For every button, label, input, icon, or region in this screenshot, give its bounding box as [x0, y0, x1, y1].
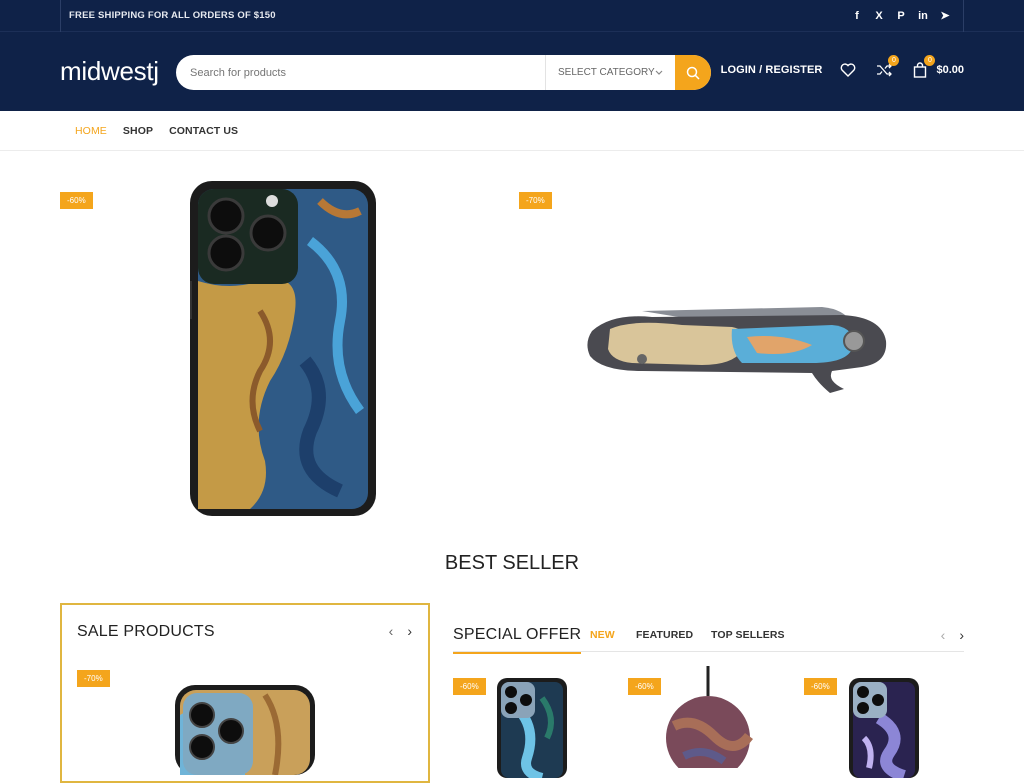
top-bar: FREE SHIPPING FOR ALL ORDERS OF $150 f X… — [0, 0, 1024, 32]
discount-badge: -60% — [628, 678, 661, 695]
cart-total[interactable]: $0.00 — [936, 64, 964, 76]
compare-button[interactable]: 0 — [874, 55, 900, 80]
cart-count-badge: 0 — [924, 55, 936, 66]
login-register-link[interactable]: LOGIN / REGISTER — [721, 64, 823, 76]
main-navigation: HOME SHOP CONTACT US — [0, 111, 1024, 151]
linkedin-icon[interactable]: in — [917, 10, 929, 22]
featured-products: -60% -70% — [0, 151, 1024, 516]
phone-case-image[interactable] — [497, 678, 569, 778]
cart-button[interactable]: 0 — [910, 55, 936, 80]
carousel-controls: ‹ › — [941, 627, 964, 643]
folding-knife-image[interactable] — [582, 301, 892, 401]
pinterest-icon[interactable]: P — [895, 10, 907, 22]
header-actions: LOGIN / REGISTER 0 0 $0.00 — [721, 55, 964, 80]
chevron-right-icon[interactable]: › — [959, 627, 964, 643]
discount-badge: -60% — [453, 678, 486, 695]
chevron-left-icon[interactable]: ‹ — [941, 627, 946, 643]
telegram-icon[interactable]: ➤ — [939, 9, 951, 22]
discount-badge: -60% — [804, 678, 837, 695]
category-select[interactable]: SELECT CATEGORY — [545, 55, 675, 90]
main-header: midwestj SELECT CATEGORY LOGIN / REGISTE… — [0, 32, 1024, 111]
search-button[interactable] — [675, 55, 711, 90]
social-links: f X P in ➤ — [851, 0, 964, 32]
wishlist-button[interactable] — [838, 60, 858, 80]
widget-title: SALE PRODUCTS — [77, 623, 215, 640]
discount-badge: -70% — [77, 670, 110, 687]
nav-item-contact-us[interactable]: CONTACT US — [169, 125, 238, 137]
site-logo[interactable]: midwestj — [60, 56, 159, 87]
search-icon — [686, 66, 700, 80]
search-input[interactable] — [176, 55, 545, 90]
phone-case-image[interactable] — [849, 678, 921, 778]
chevron-down-icon — [655, 70, 663, 75]
phone-case-image[interactable] — [175, 685, 320, 775]
sale-products-widget: SALE PRODUCTS ‹ › -70% — [60, 603, 430, 783]
tabs-title: SPECIAL OFFER — [453, 626, 582, 654]
tab-featured[interactable]: FEATURED — [636, 629, 693, 641]
nav-item-home[interactable]: HOME — [75, 125, 107, 137]
x-icon[interactable]: X — [873, 10, 885, 22]
category-select-label: SELECT CATEGORY — [558, 67, 655, 78]
discount-badge: -60% — [60, 192, 93, 209]
compare-count-badge: 0 — [888, 55, 900, 66]
chevron-left-icon[interactable]: ‹ — [389, 623, 394, 639]
discount-badge: -70% — [519, 192, 552, 209]
wireless-charger-image[interactable] — [664, 666, 754, 768]
section-title: BEST SELLER — [444, 552, 580, 574]
carousel-controls: ‹ › — [389, 623, 412, 639]
product-tabs: SPECIAL OFFER NEW FEATURED TOP SELLERS ‹… — [453, 620, 964, 654]
nav-item-shop[interactable]: SHOP — [123, 125, 153, 137]
search-bar: SELECT CATEGORY — [176, 55, 711, 90]
heart-icon — [841, 63, 856, 77]
tab-new[interactable]: NEW — [590, 629, 615, 641]
tab-top-sellers[interactable]: TOP SELLERS — [711, 629, 785, 641]
shipping-notice: FREE SHIPPING FOR ALL ORDERS OF $150 — [60, 0, 276, 32]
chevron-right-icon[interactable]: › — [407, 623, 412, 639]
facebook-icon[interactable]: f — [851, 10, 863, 22]
phone-case-image[interactable] — [190, 181, 380, 516]
